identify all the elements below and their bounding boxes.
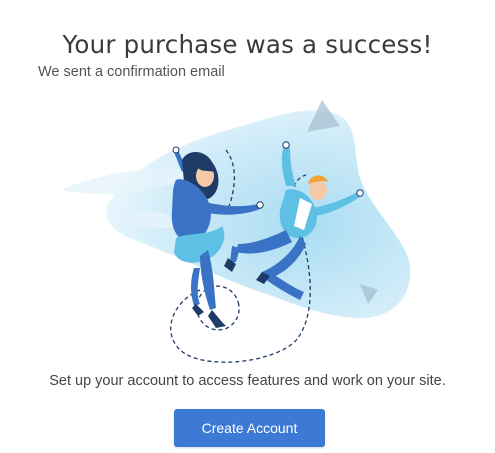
purchase-success-dialog: Your purchase was a success! We sent a c… [0,0,495,453]
setup-account-message: Set up your account to access features a… [49,373,446,389]
create-account-button[interactable]: Create Account [174,409,325,447]
confirmation-subtitle: We sent a confirmation email [38,64,225,80]
celebration-illustration [60,100,411,363]
page-title: Your purchase was a success! [62,30,433,60]
